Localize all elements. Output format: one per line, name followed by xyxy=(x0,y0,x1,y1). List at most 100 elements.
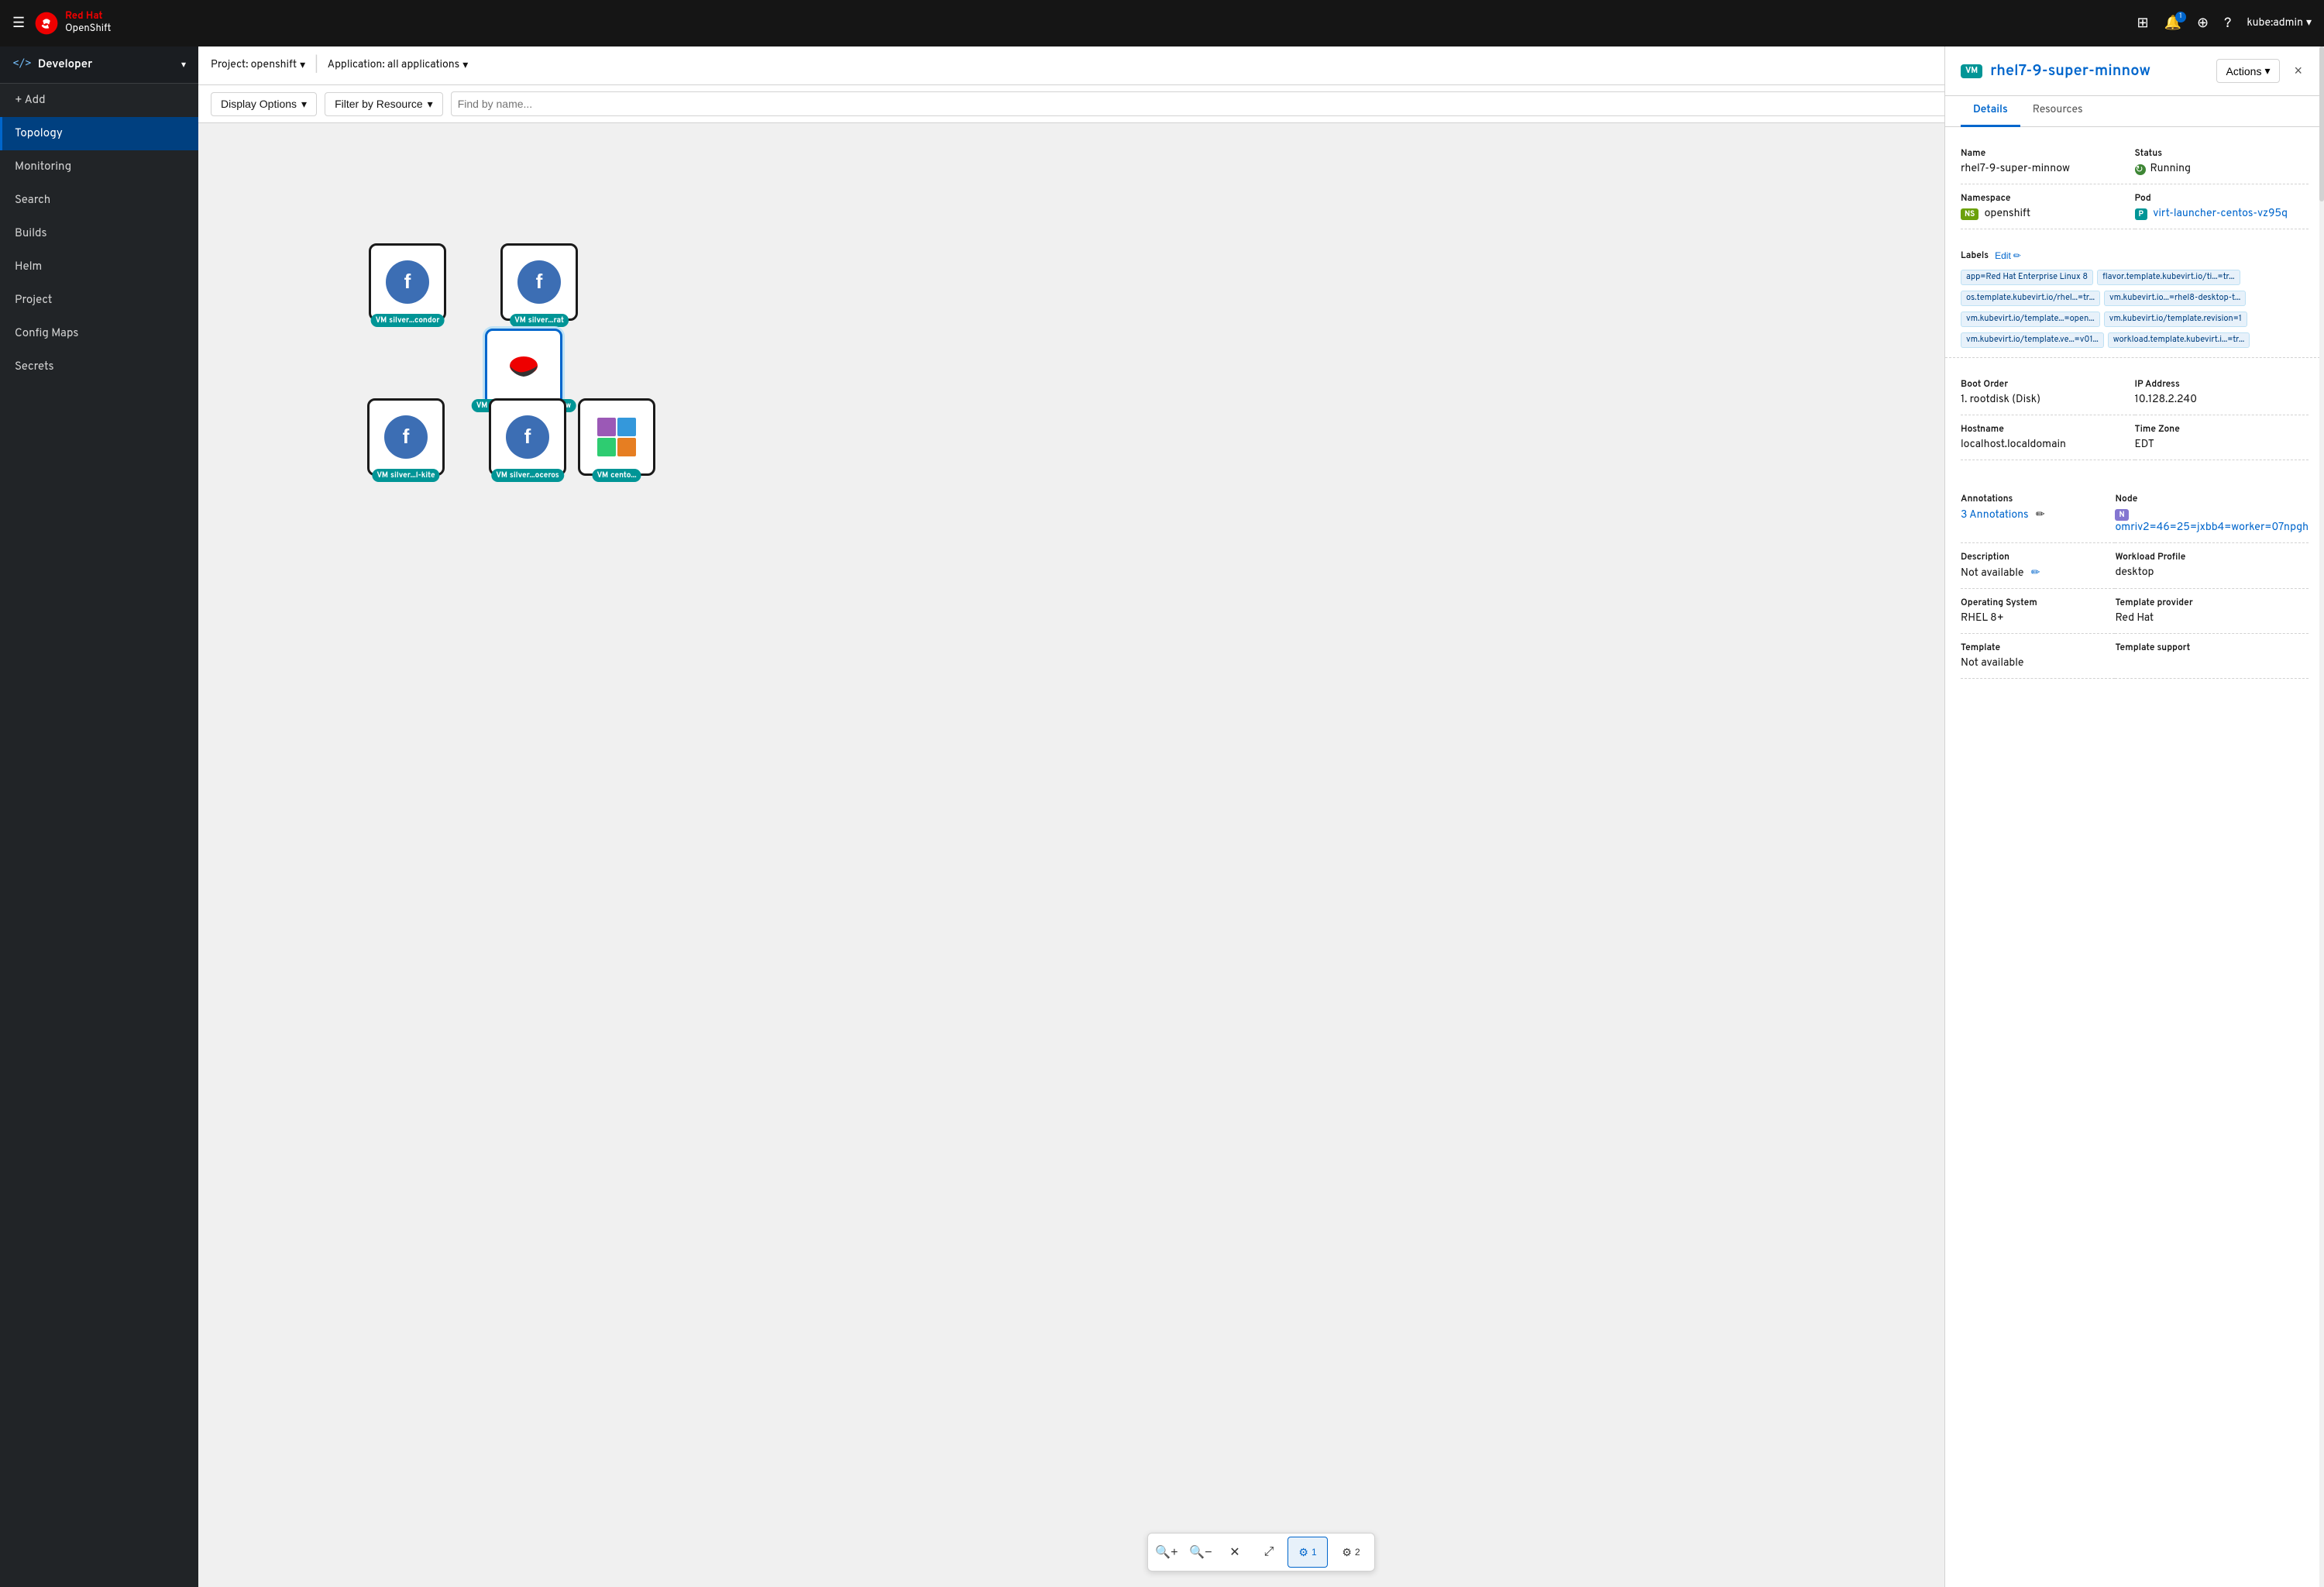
detail-boot-order: Boot Order 1. rootdisk (Disk) xyxy=(1961,370,2135,415)
vm-node-centos[interactable]: VM cento... xyxy=(578,398,655,476)
template-support-label: Template support xyxy=(2115,642,2309,654)
vm-label-oceros: silver...oceros xyxy=(510,470,559,480)
template-provider-label: Template provider xyxy=(2115,597,2309,609)
project-selector[interactable]: Project: openshift ▾ xyxy=(211,59,305,73)
pencil-icon: ✏ xyxy=(2013,250,2021,261)
annotations-link[interactable]: 3 Annotations xyxy=(1961,509,2029,522)
panel-close-button[interactable]: × xyxy=(2288,60,2309,82)
scrollbar-thumb[interactable] xyxy=(2319,46,2324,201)
name-value: rhel7-9-super-minnow xyxy=(1961,163,2135,176)
panel-grid-2: Boot Order 1. rootdisk (Disk) IP Address… xyxy=(1945,358,2324,473)
sidebar-item-secrets[interactable]: Secrets xyxy=(0,350,198,384)
label-chip[interactable]: vm.kubevirt.io/template.ve...=v01... xyxy=(1961,332,2104,348)
label-chip[interactable]: os.template.kubevirt.io/rhel...=tr... xyxy=(1961,291,2100,306)
sidebar-item-builds[interactable]: Builds xyxy=(0,217,198,250)
filter-by-resource-button[interactable]: Filter by Resource ▾ xyxy=(325,92,443,116)
node-link: omriv2=46=25=jxbb4=worker=07npgh xyxy=(2115,522,2309,535)
topology2-label: 2 xyxy=(1355,1547,1360,1558)
label-chip[interactable]: app=Red Hat Enterprise Linux 8 xyxy=(1961,270,2093,285)
os-label: Operating System xyxy=(1961,597,2115,609)
secrets-label: Secrets xyxy=(15,360,54,374)
svg-text:f: f xyxy=(403,425,410,448)
vm-label-centos: cento... xyxy=(610,470,636,480)
sidebar-item-project[interactable]: Project xyxy=(0,284,198,317)
display-options-button[interactable]: Display Options ▾ xyxy=(211,92,317,116)
label-chip[interactable]: flavor.template.kubevirt.io/ti...=tr... xyxy=(2097,270,2240,285)
template-value: Not available xyxy=(1961,657,2115,670)
display-options-chevron-icon: ▾ xyxy=(301,98,307,111)
label-chip[interactable]: vm.kubevirt.io...=rhel8-desktop-t... xyxy=(2104,291,2246,306)
zoom-out-button[interactable]: 🔍− xyxy=(1185,1537,1216,1568)
sidebar-item-topology[interactable]: Topology xyxy=(0,117,198,150)
namespace-link[interactable]: openshift xyxy=(1985,208,2031,221)
tab-details[interactable]: Details xyxy=(1961,96,2020,127)
detail-status: Status Running xyxy=(2135,139,2309,184)
sidebar-item-helm[interactable]: Helm xyxy=(0,250,198,284)
brand-openshift: OpenShift xyxy=(65,23,111,36)
template-provider-value: Red Hat xyxy=(2115,612,2309,625)
vm-node-condor[interactable]: f VM silver...condor xyxy=(369,243,446,321)
topology-2-button[interactable]: ⚙ 2 xyxy=(1331,1537,1371,1568)
namespace-label: Namespace xyxy=(1961,192,2135,205)
panel-header: VM rhel7-9-super-minnow Actions ▾ × xyxy=(1945,46,2324,96)
vm-box-centos[interactable] xyxy=(578,398,655,476)
zoom-out-icon: 🔍− xyxy=(1189,1544,1212,1560)
detail-description: Description Not available ✏ xyxy=(1961,543,2115,589)
vm-node-kite[interactable]: f VM silver...l-kite xyxy=(367,398,445,476)
brand-redhat: Red Hat xyxy=(65,11,111,23)
label-chip[interactable]: vm.kubevirt.io/template.revision=1 xyxy=(2104,312,2247,327)
detail-node: Node N omriv2=46=25=jxbb4=worker=07npgh xyxy=(2115,485,2309,543)
sidebar-item-monitoring[interactable]: Monitoring xyxy=(0,150,198,184)
sidebar-item-add[interactable]: + Add xyxy=(0,84,198,117)
zoom-in-button[interactable]: 🔍+ xyxy=(1151,1537,1182,1568)
topology-label: Topology xyxy=(15,126,63,141)
topology-1-button[interactable]: ⚙ 1 xyxy=(1287,1537,1328,1568)
label-chip[interactable]: vm.kubevirt.io/template...=open... xyxy=(1961,312,2100,327)
ns-badge: NS xyxy=(1961,208,1978,220)
pod-value[interactable]: P virt-launcher-centos-vz95q xyxy=(2135,208,2309,221)
side-panel: VM rhel7-9-super-minnow Actions ▾ × Deta… xyxy=(1944,46,2324,1587)
vm-box-rat[interactable]: f xyxy=(500,243,578,321)
annotation-pencil-icon[interactable]: ✏ xyxy=(2036,509,2045,522)
tab-resources[interactable]: Resources xyxy=(2020,96,2095,127)
app-selector[interactable]: Application: all applications ▾ xyxy=(328,59,469,73)
vm-badge-kite: VM silver...l-kite xyxy=(372,469,439,482)
hamburger-icon[interactable]: ☰ xyxy=(12,15,25,33)
panel-grid-3: Annotations 3 Annotations ✏ Node N omriv… xyxy=(1945,473,2324,691)
vm-box-minnow[interactable] xyxy=(485,329,562,406)
user-menu[interactable]: kube:admin ▾ xyxy=(2247,16,2312,30)
vm-box-oceros[interactable]: f xyxy=(489,398,566,476)
namespace-value: NS openshift xyxy=(1961,208,2135,221)
plus-circle-icon[interactable]: ⊕ xyxy=(2197,15,2209,33)
vm-box-condor[interactable]: f xyxy=(369,243,446,321)
labels-section: Labels Edit ✏ app=Red Hat Enterprise Lin… xyxy=(1945,242,2324,358)
bell-icon[interactable]: 🔔 1 xyxy=(2164,15,2181,33)
desc-edit-icon[interactable]: ✏ xyxy=(2031,567,2040,580)
vm-node-rat[interactable]: f VM silver...rat xyxy=(500,243,578,321)
vm-node-oceros[interactable]: f VM silver...oceros xyxy=(489,398,566,476)
labels-edit-button[interactable]: Edit ✏ xyxy=(1995,250,2021,261)
sidebar-item-configmaps[interactable]: Config Maps xyxy=(0,317,198,350)
fit-screen-button[interactable]: ⤢ xyxy=(1253,1537,1284,1568)
detail-timezone: Time Zone EDT xyxy=(2135,415,2309,460)
vm-node-minnow[interactable]: VM rhel7-9-super-minnow xyxy=(485,329,562,406)
name-label: Name xyxy=(1961,147,2135,160)
help-icon[interactable]: ? xyxy=(2224,15,2231,33)
developer-selector[interactable]: </> Developer ▾ xyxy=(0,46,198,84)
panel-actions-button[interactable]: Actions ▾ xyxy=(2216,59,2281,83)
reset-zoom-button[interactable]: ✕ xyxy=(1219,1537,1250,1568)
description-label: Description xyxy=(1961,551,2115,563)
fedora-icon-condor: f xyxy=(384,259,431,305)
label-chip[interactable]: workload.template.kubevirt.i...=tr... xyxy=(2108,332,2250,348)
boot-order-label: Boot Order xyxy=(1961,378,2135,391)
grid-icon[interactable]: ⊞ xyxy=(2137,15,2148,33)
monitoring-label: Monitoring xyxy=(15,160,71,174)
detail-template: Template Not available xyxy=(1961,634,2115,679)
context-label: Developer xyxy=(38,57,92,72)
scrollbar-track xyxy=(2319,46,2324,1587)
vm-box-kite[interactable]: f xyxy=(367,398,445,476)
builds-label: Builds xyxy=(15,226,47,241)
svg-text:f: f xyxy=(524,425,531,448)
sidebar-item-search[interactable]: Search xyxy=(0,184,198,217)
node-value[interactable]: N omriv2=46=25=jxbb4=worker=07npgh xyxy=(2115,508,2309,535)
